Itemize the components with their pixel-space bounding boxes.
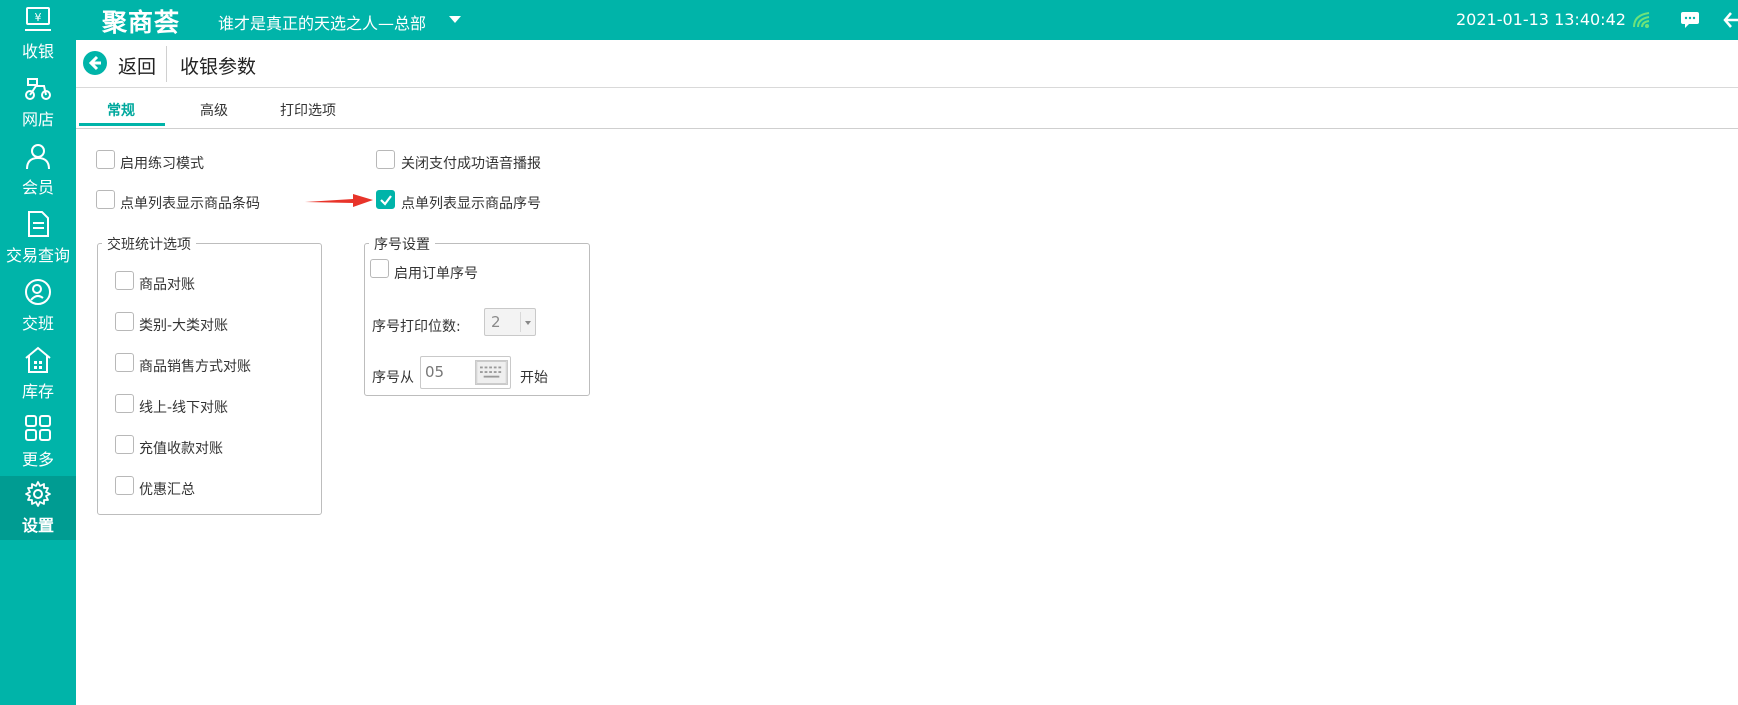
- shift-item-label: 类别-大类对账: [139, 318, 229, 334]
- sidebar-item-label: 网店: [21, 110, 54, 129]
- page-header: 返回 收银参数: [76, 40, 1738, 88]
- chevron-down-icon[interactable]: [520, 312, 534, 332]
- show-barcode-label: 点单列表显示商品条码: [120, 196, 260, 212]
- grid-icon: [25, 415, 51, 441]
- sidebar-item-transactions[interactable]: 交易查询: [0, 206, 76, 270]
- shift-item-label: 线上-线下对账: [139, 400, 229, 416]
- gear-icon: [25, 481, 51, 507]
- scooter-icon: [25, 78, 51, 100]
- digits-value: 2: [491, 313, 501, 331]
- chevron-down-icon[interactable]: [449, 16, 461, 23]
- practice-mode-checkbox[interactable]: [96, 150, 115, 169]
- sidebar-item-label: 库存: [21, 382, 54, 401]
- back-arrow-icon[interactable]: [82, 50, 108, 76]
- close-pay-voice-label: 关闭支付成功语音播报: [401, 156, 541, 172]
- sidebar-item-label: 设置: [21, 516, 54, 535]
- active-tab-indicator: [79, 123, 165, 126]
- sidebar-item-webstore[interactable]: 网店: [0, 70, 76, 134]
- shift-item-checkbox[interactable]: [115, 435, 134, 454]
- sidebar-item-more[interactable]: 更多: [0, 410, 76, 474]
- sidebar-item-label: 交易查询: [5, 246, 70, 265]
- sidebar-item-label: 收银: [21, 42, 54, 61]
- tab-bar: 常规 高级 打印选项: [76, 89, 1738, 129]
- shift-item-checkbox[interactable]: [115, 394, 134, 413]
- shift-item-label: 充值收款对账: [139, 441, 223, 457]
- practice-mode-label: 启用练习模式: [120, 156, 204, 172]
- shift-item-label: 商品对账: [139, 277, 195, 293]
- page-title: 收银参数: [180, 56, 257, 78]
- exit-icon[interactable]: [1722, 10, 1738, 30]
- group-title: 交班统计选项: [102, 234, 196, 254]
- show-barcode-checkbox[interactable]: [96, 190, 115, 209]
- tab-advanced[interactable]: 高级: [200, 100, 228, 120]
- warehouse-icon: [25, 346, 51, 373]
- digits-label: 序号打印位数:: [372, 319, 461, 335]
- shift-icon: [25, 279, 51, 305]
- member-icon: [26, 144, 50, 170]
- shift-item-checkbox[interactable]: [115, 312, 134, 331]
- sidebar-item-cashier[interactable]: ¥ 收银: [0, 2, 76, 66]
- sidebar-item-member[interactable]: 会员: [0, 138, 76, 202]
- app-logo: 聚商荟: [102, 8, 181, 37]
- group-title: 序号设置: [369, 234, 435, 254]
- header-divider: [166, 46, 167, 82]
- sidebar-item-settings[interactable]: 设置: [0, 476, 76, 540]
- start-number-field[interactable]: [420, 356, 511, 389]
- start-suffix-label: 开始: [520, 370, 548, 386]
- cashier-icon: ¥: [25, 7, 51, 31]
- datetime-display: 2021-01-13 13:40:42: [1456, 10, 1626, 29]
- start-label: 序号从: [372, 370, 414, 386]
- red-arrow-annotation: [305, 194, 373, 207]
- sidebar-item-label: 更多: [21, 450, 54, 469]
- keyboard-icon[interactable]: [475, 360, 508, 385]
- start-number-input[interactable]: [425, 361, 475, 383]
- tab-general[interactable]: 常规: [107, 100, 135, 120]
- digits-select[interactable]: 2: [484, 308, 536, 336]
- wifi-icon: [1633, 12, 1650, 28]
- sidebar-item-shift[interactable]: 交班: [0, 274, 76, 338]
- shift-item-label: 商品销售方式对账: [139, 359, 251, 375]
- enable-serial-label: 启用订单序号: [394, 266, 478, 282]
- enable-serial-checkbox[interactable]: [370, 259, 389, 278]
- sidebar-item-inventory[interactable]: 库存: [0, 342, 76, 406]
- shift-item-checkbox[interactable]: [115, 476, 134, 495]
- tab-print-options[interactable]: 打印选项: [280, 100, 336, 120]
- document-icon: [28, 211, 49, 237]
- shift-item-checkbox[interactable]: [115, 353, 134, 372]
- show-serial-checkbox[interactable]: [376, 190, 395, 209]
- message-icon[interactable]: [1680, 11, 1700, 29]
- shift-item-label: 优惠汇总: [139, 482, 195, 498]
- checkmark-icon: [380, 195, 392, 206]
- sidebar: ¥ 收银 网店 会员 交易查询 交班 库存 更多 设置: [0, 0, 76, 705]
- store-selector[interactable]: 谁才是真正的天选之人—总部: [218, 10, 426, 34]
- sidebar-item-label: 会员: [21, 178, 54, 197]
- top-bar: 聚商荟 谁才是真正的天选之人—总部 2021-01-13 13:40:42: [0, 0, 1738, 40]
- back-button[interactable]: 返回: [118, 52, 156, 79]
- sidebar-item-label: 交班: [21, 314, 54, 333]
- svg-text:¥: ¥: [35, 11, 42, 24]
- shift-item-checkbox[interactable]: [115, 271, 134, 290]
- show-serial-label: 点单列表显示商品序号: [401, 196, 541, 212]
- close-pay-voice-checkbox[interactable]: [376, 150, 395, 169]
